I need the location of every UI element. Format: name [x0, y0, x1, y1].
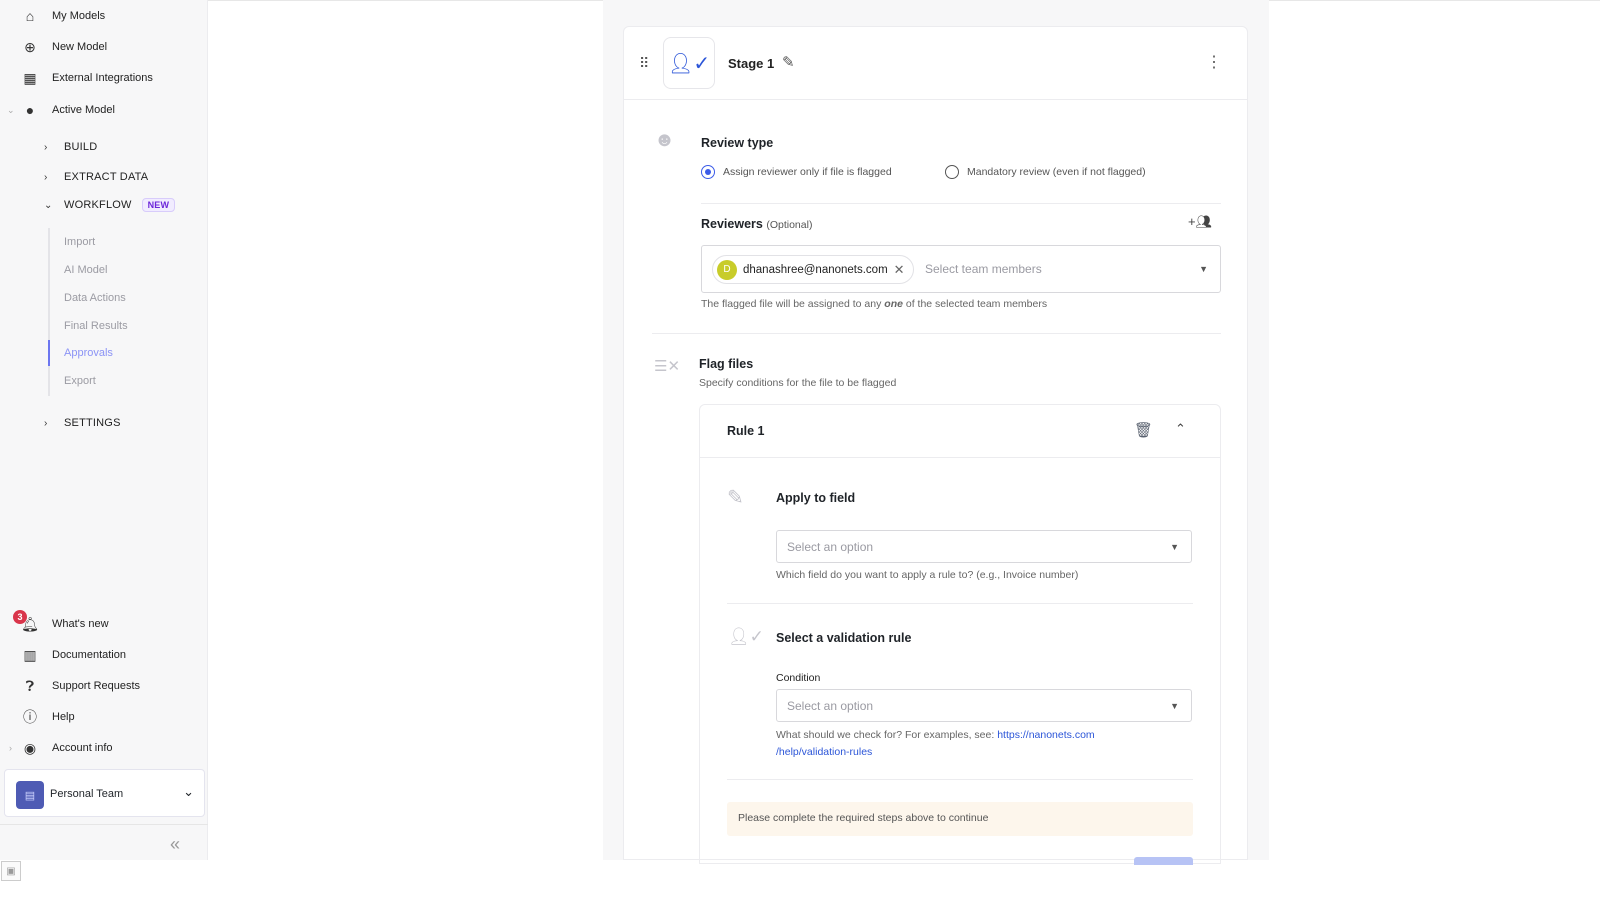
section-workflow[interactable]: ⌄ WORKFLOW NEW	[44, 198, 176, 212]
plus-circle-icon: ⊕	[24, 38, 36, 55]
question-filled-icon: ❓︎	[25, 677, 35, 694]
help-circle-icon: ⓘ	[23, 709, 37, 725]
radio-unselected	[945, 165, 959, 179]
rule-header[interactable]: Rule 1 🗑︎ ⌃	[700, 405, 1220, 458]
collapse-sidebar-button[interactable]: «	[170, 834, 180, 855]
trash-icon[interactable]: 🗑︎	[1134, 421, 1153, 439]
new-badge: NEW	[141, 198, 176, 212]
save-button[interactable]	[1134, 857, 1193, 865]
chevron-right-icon: ›	[44, 417, 48, 429]
sidebar-item-import[interactable]: Import	[64, 236, 95, 248]
condition-select[interactable]: Select an option ▼	[776, 689, 1192, 722]
reviewer-chip: D dhanashree@nanonets.com ✕	[712, 255, 914, 284]
more-options-icon[interactable]: ⋮	[1206, 52, 1222, 72]
reviewers-help: The flagged file will be assigned to any…	[701, 298, 1048, 310]
review-type-title: Review type	[701, 136, 774, 150]
reviewers-title: Reviewers (Optional)	[701, 217, 813, 231]
sidebar-item-export[interactable]: Export	[64, 375, 96, 387]
section-extract-data[interactable]: › EXTRACT DATA	[44, 171, 148, 183]
review-type-icon: ☻	[654, 129, 676, 151]
flag-files-subtitle: Specify conditions for the file to be fl…	[699, 377, 897, 389]
caret-down-icon: ▼	[1199, 264, 1208, 274]
chevron-right-icon: ›	[44, 141, 48, 153]
account-icon: ◉	[23, 739, 37, 756]
rule-title: Rule 1	[727, 424, 765, 438]
stage-card: ⠿ 👤︎✓ Stage 1 ✎ ⋮ ☻ Review type Assign r…	[623, 26, 1248, 865]
team-building-icon: ▤	[16, 781, 44, 809]
caret-down-icon: ▼	[1170, 701, 1179, 711]
user-check-outline-icon: 👤︎✓	[728, 627, 764, 646]
chevron-right-icon: ›	[44, 171, 48, 183]
condition-help: What should we check for? For examples, …	[776, 729, 1095, 758]
chevron-up-icon[interactable]: ⌃	[1175, 421, 1186, 437]
divider	[701, 203, 1221, 204]
apply-field-title: Apply to field	[776, 491, 856, 505]
broken-image-icon: ▣	[1, 861, 21, 881]
divider	[652, 333, 1221, 334]
stage-header: ⠿ 👤︎✓ Stage 1 ✎ ⋮	[624, 27, 1247, 100]
add-reviewer-icon[interactable]: +👥︎	[1188, 214, 1212, 230]
validation-rules-link-cont[interactable]: /help/validation-rules	[776, 746, 872, 758]
radio-flagged-only[interactable]: Assign reviewer only if file is flagged	[701, 165, 892, 179]
warning-banner: Please complete the required steps above…	[727, 802, 1193, 836]
condition-label: Condition	[776, 672, 821, 684]
chevron-down-icon: ⌄	[183, 784, 194, 799]
chevron-right-icon: ›	[9, 743, 12, 753]
reviewers-placeholder: Select team members	[925, 262, 1042, 276]
validation-rule-title: Select a validation rule	[776, 631, 912, 645]
divider	[727, 603, 1193, 604]
pencil-field-icon: ✎	[727, 487, 744, 509]
team-switcher[interactable]: ▤ Personal Team ⌄	[4, 769, 205, 817]
apply-field-select[interactable]: Select an option ▼	[776, 530, 1192, 563]
sidebar-item-approvals[interactable]: Approvals	[64, 347, 113, 359]
divider	[727, 779, 1193, 780]
flag-list-icon: ☰✕	[654, 358, 681, 375]
reviewers-select[interactable]: D dhanashree@nanonets.com ✕ Select team …	[701, 245, 1221, 293]
edit-pencil-icon[interactable]: ✎	[782, 53, 795, 71]
compass-icon: ●	[25, 102, 35, 118]
drag-handle-icon[interactable]: ⠿	[639, 55, 649, 72]
divider	[0, 824, 208, 825]
book-icon: ▥	[23, 646, 37, 663]
sidebar-item-final-results[interactable]: Final Results	[64, 320, 128, 332]
radio-mandatory[interactable]: Mandatory review (even if not flagged)	[945, 165, 1146, 179]
section-settings[interactable]: › SETTINGS	[44, 417, 121, 429]
validation-rules-link[interactable]: https://nanonets.com	[997, 729, 1094, 741]
chevron-down-icon: ⌄	[7, 104, 15, 115]
stage-title: Stage 1	[728, 56, 775, 71]
avatar: D	[717, 259, 737, 280]
flag-files-title: Flag files	[699, 357, 754, 371]
workflow-tree-line	[48, 228, 50, 396]
sidebar: ⌂ My Models ⊕ New Model ▦ External Integrat…	[0, 0, 208, 860]
team-name: Personal Team	[50, 788, 124, 800]
rule-card: Rule 1 🗑︎ ⌃ ✎ Apply to field Select an o…	[699, 404, 1221, 865]
active-indicator	[48, 340, 50, 366]
section-build[interactable]: › BUILD	[44, 141, 97, 153]
notification-count-badge: 3	[13, 610, 27, 624]
sidebar-item-ai-model[interactable]: AI Model	[64, 264, 107, 276]
radio-selected	[701, 165, 715, 179]
user-check-icon: 👤︎✓	[663, 37, 715, 89]
chevron-down-icon: ⌄	[44, 199, 53, 211]
grid-icon: ▦	[23, 69, 37, 86]
caret-down-icon: ▼	[1170, 542, 1179, 552]
remove-chip-icon[interactable]: ✕	[894, 262, 905, 278]
apply-field-help: Which field do you want to apply a rule …	[776, 569, 1079, 581]
home-icon: ⌂	[25, 8, 35, 24]
sidebar-item-data-actions[interactable]: Data Actions	[64, 292, 126, 304]
